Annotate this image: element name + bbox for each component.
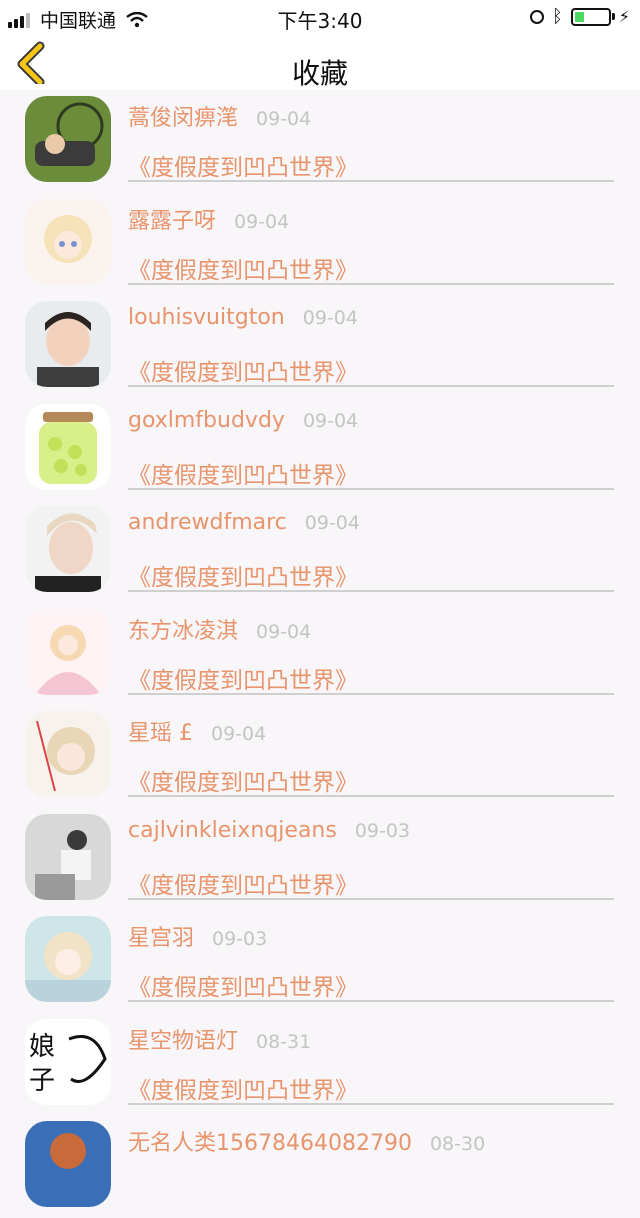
divider	[128, 795, 614, 797]
book-title-link[interactable]: 《度假度到凹凸世界》	[128, 456, 358, 490]
divider	[128, 897, 614, 900]
avatar[interactable]	[25, 301, 111, 387]
user-name[interactable]: goxlmfbudvdy	[128, 408, 285, 433]
date-label: 09-04	[302, 409, 359, 432]
divider	[128, 180, 614, 182]
divider	[128, 1102, 614, 1105]
list-item[interactable]: 无名人类15678464082790 08-30	[0, 1115, 640, 1218]
book-title-link[interactable]: 《度假度到凹凸世界》	[128, 251, 358, 285]
name-row: goxlmfbudvdy 09-04	[128, 408, 358, 433]
date-label: 08-31	[256, 1030, 312, 1053]
date-label: 09-04	[211, 723, 267, 745]
user-name[interactable]: cajlvinkleixnqjeans	[128, 818, 337, 843]
list-item[interactable]: 星宫羽 09-03 《度假度到凹凸世界》	[0, 910, 640, 1013]
page-title: 收藏	[291, 57, 348, 90]
avatar[interactable]	[25, 403, 111, 490]
name-row: 星宫羽 09-03	[128, 920, 267, 952]
date-label: 09-03	[212, 928, 268, 950]
battery-cap	[611, 13, 615, 20]
name-row: 露露子呀 09-04	[128, 203, 289, 235]
nav-bar: 收藏	[0, 34, 640, 90]
divider	[128, 590, 614, 592]
avatar[interactable]	[25, 916, 111, 1002]
list-item[interactable]: goxlmfbudvdy 09-04 《度假度到凹凸世界》	[0, 398, 640, 501]
name-row: 蒿俊闵痹滗 09-04	[128, 100, 311, 132]
name-row: 星瑶 £ 09-04	[128, 715, 266, 747]
avatar[interactable]: 娘子	[25, 1018, 111, 1105]
divider	[128, 487, 614, 490]
name-row: andrewdfmarc 09-04	[128, 510, 360, 535]
divider	[128, 282, 614, 285]
list-item[interactable]: cajlvinkleixnqjeans 09-03 《度假度到凹凸世界》	[0, 808, 640, 911]
list-item[interactable]: 露露子呀 09-04 《度假度到凹凸世界》	[0, 193, 640, 296]
book-title-link[interactable]: 《度假度到凹凸世界》	[128, 763, 358, 797]
book-title-link[interactable]: 《度假度到凹凸世界》	[128, 1071, 358, 1105]
user-name[interactable]: 无名人类15678464082790	[128, 1125, 412, 1157]
list-item[interactable]: 娘子星空物语灯 08-31 《度假度到凹凸世界》	[0, 1013, 640, 1116]
date-label: 09-04	[234, 210, 290, 233]
list-item[interactable]: louhisvuitgton 09-04 《度假度到凹凸世界》	[0, 295, 640, 398]
svg-text:子: 子	[29, 1065, 55, 1095]
book-title-link[interactable]: 《度假度到凹凸世界》	[128, 353, 358, 387]
avatar[interactable]	[25, 1121, 111, 1207]
user-name[interactable]: 东方冰凌淇	[128, 613, 238, 645]
avatar[interactable]	[25, 506, 111, 592]
book-title-link[interactable]: 《度假度到凹凸世界》	[128, 148, 358, 182]
name-row: 无名人类15678464082790 08-30	[128, 1125, 485, 1157]
date-label: 08-30	[429, 1133, 486, 1155]
date-label: 09-04	[256, 108, 312, 130]
date-label: 09-03	[354, 819, 411, 842]
battery-fill	[574, 11, 585, 22]
avatar[interactable]	[25, 608, 111, 695]
alarm-icon	[529, 9, 544, 24]
charging-icon: ⚡	[618, 7, 630, 26]
user-name[interactable]: 星瑶 £	[128, 715, 193, 747]
book-title-link[interactable]: 《度假度到凹凸世界》	[128, 558, 358, 592]
user-name[interactable]: 蒿俊闵痹滗	[128, 100, 238, 132]
name-row: cajlvinkleixnqjeans 09-03	[128, 818, 410, 843]
date-label: 09-04	[302, 307, 358, 329]
date-label: 09-04	[304, 512, 360, 534]
avatar[interactable]	[25, 813, 111, 900]
user-name[interactable]: louhisvuitgton	[128, 305, 285, 330]
list-item[interactable]: 东方冰凌淇 09-04 《度假度到凹凸世界》	[0, 603, 640, 706]
date-label: 09-04	[256, 620, 312, 643]
book-title-link[interactable]: 《度假度到凹凸世界》	[128, 968, 358, 1002]
user-name[interactable]: 露露子呀	[128, 203, 216, 235]
name-row: 东方冰凌淇 09-04	[128, 613, 311, 645]
user-name[interactable]: 星空物语灯	[128, 1023, 238, 1055]
list-item[interactable]: andrewdfmarc 09-04 《度假度到凹凸世界》	[0, 500, 640, 603]
divider	[128, 1000, 614, 1002]
list-item[interactable]: 星瑶 £ 09-04 《度假度到凹凸世界》	[0, 705, 640, 808]
name-row: 星空物语灯 08-31	[128, 1023, 311, 1055]
user-name[interactable]: andrewdfmarc	[128, 510, 287, 535]
avatar[interactable]	[25, 198, 111, 285]
avatar[interactable]	[25, 96, 111, 182]
book-title-link[interactable]: 《度假度到凹凸世界》	[128, 866, 358, 900]
favorites-list: 蒿俊闵痹滗 09-04 《度假度到凹凸世界》 露露子呀 09-04 《度假度到凹凸世界》 l…	[0, 90, 640, 1218]
status-bar: 中国联通 下午3:40 ᛒ ⚡	[0, 0, 640, 34]
status-right: ᛒ ⚡	[529, 6, 630, 27]
list-item[interactable]: 蒿俊闵痹滗 09-04 《度假度到凹凸世界》	[0, 90, 640, 193]
svg-text:娘: 娘	[29, 1031, 55, 1061]
divider	[128, 692, 614, 695]
divider	[128, 385, 614, 387]
book-title-link[interactable]: 《度假度到凹凸世界》	[128, 661, 358, 695]
name-row: louhisvuitgton 09-04	[128, 305, 358, 330]
avatar[interactable]	[25, 711, 111, 797]
bluetooth-icon: ᛒ	[551, 6, 563, 27]
user-name[interactable]: 星宫羽	[128, 920, 194, 952]
battery-icon	[570, 7, 611, 26]
